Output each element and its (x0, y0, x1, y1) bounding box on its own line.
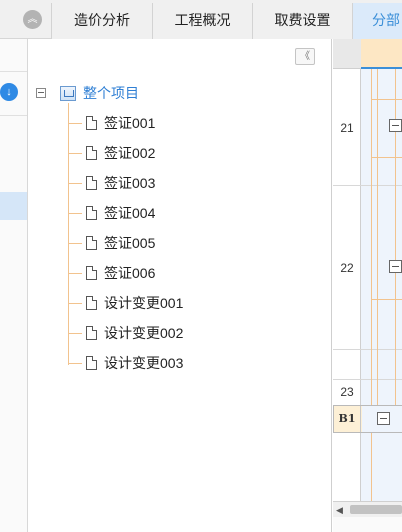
data-grid: 21 22 23 B1 ◀ (333, 39, 402, 532)
double-chevron-up-icon[interactable]: ︽ (23, 10, 42, 29)
row-number[interactable]: 22 (333, 261, 361, 275)
document-icon (86, 146, 97, 160)
minus-box-icon[interactable] (377, 412, 390, 425)
tree-item-label: 设计变更002 (104, 325, 184, 341)
tree-item[interactable]: 签证002 (68, 143, 155, 163)
tab-fee-settings[interactable]: 取费设置 (252, 3, 352, 39)
tree-root-node[interactable]: 整个项目 (36, 83, 139, 103)
document-icon (86, 266, 97, 280)
tree-item-label: 签证006 (104, 265, 156, 281)
tree-item-label: 设计变更001 (104, 295, 184, 311)
tree-item[interactable]: 设计变更002 (68, 323, 183, 343)
minus-box-icon[interactable] (36, 88, 46, 98)
tree-item-label: 签证005 (104, 235, 156, 251)
top-tab-bar: ︽ 造价分析 工程概况 取费设置 分部 (0, 0, 402, 39)
selected-row-label: B1 (334, 406, 361, 432)
tree-root-label: 整个项目 (83, 85, 139, 101)
tree-item[interactable]: 签证006 (68, 263, 155, 283)
document-icon (86, 356, 97, 370)
row-number[interactable]: 21 (333, 121, 361, 135)
tree-item[interactable]: 签证004 (68, 203, 155, 223)
tree-item[interactable]: 签证005 (68, 233, 155, 253)
minus-box-icon[interactable] (389, 119, 402, 132)
tree-item-label: 签证004 (104, 205, 156, 221)
document-icon (86, 296, 97, 310)
tab-division[interactable]: 分部 (352, 3, 402, 39)
tree-item-label: 签证002 (104, 145, 156, 161)
project-folder-icon (60, 85, 76, 101)
strip-divider (0, 115, 27, 116)
minus-box-icon[interactable] (389, 260, 402, 273)
download-icon[interactable]: ↓ (0, 83, 18, 101)
tree-item[interactable]: 设计变更003 (68, 353, 183, 373)
tab-project-overview[interactable]: 工程概况 (152, 3, 252, 39)
strip-selected-item[interactable] (0, 192, 27, 220)
tree-item-label: 签证001 (104, 115, 156, 131)
document-icon (86, 236, 97, 250)
left-strip: ↓ (0, 39, 28, 532)
project-tree-panel: 《 整个项目 签证001 签证002 签证003 签证004 签证005 签证0… (28, 39, 332, 532)
row-number[interactable]: 23 (333, 385, 361, 399)
horizontal-scrollbar[interactable]: ◀ (333, 501, 402, 517)
selected-row[interactable]: B1 (333, 405, 402, 433)
tree-item-label: 签证003 (104, 175, 156, 191)
tab-cost-analysis[interactable]: 造价分析 (51, 3, 152, 39)
scrollbar-thumb[interactable] (350, 505, 402, 514)
document-icon (86, 176, 97, 190)
tree-item[interactable]: 设计变更001 (68, 293, 183, 313)
strip-divider (0, 71, 27, 72)
double-chevron-left-icon[interactable]: 《 (295, 48, 315, 65)
tree-item[interactable]: 签证003 (68, 173, 155, 193)
scroll-left-icon[interactable]: ◀ (336, 505, 343, 516)
document-icon (86, 326, 97, 340)
tree-item-label: 设计变更003 (104, 355, 184, 371)
document-icon (86, 116, 97, 130)
document-icon (86, 206, 97, 220)
row-number-column (333, 69, 361, 509)
tree-item[interactable]: 签证001 (68, 113, 155, 133)
grid-header-active-column[interactable] (361, 39, 402, 69)
